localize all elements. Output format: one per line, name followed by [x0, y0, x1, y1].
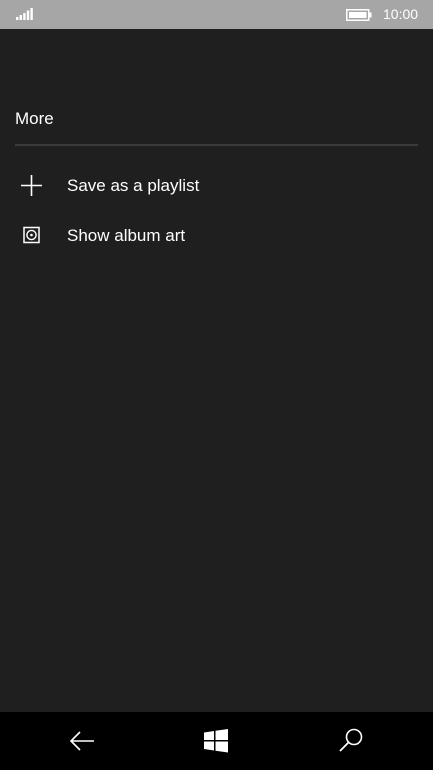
save-as-playlist-menu-item[interactable]: Save as a playlist — [0, 164, 433, 208]
section-title: More — [15, 109, 54, 128]
battery-icon — [346, 9, 372, 21]
start-button[interactable] — [201, 726, 231, 756]
search-icon — [339, 728, 363, 752]
navigation-bar — [0, 712, 433, 770]
menu-item-label: Show album art — [67, 226, 186, 245]
album-art-icon — [23, 226, 40, 244]
menu-item-label: Save as a playlist — [67, 176, 200, 195]
windows-logo-icon — [204, 729, 228, 753]
back-button[interactable] — [67, 726, 97, 756]
plus-icon — [21, 175, 42, 196]
show-album-art-menu-item[interactable]: Show album art — [0, 214, 433, 258]
back-arrow-icon — [69, 731, 94, 751]
signal-strength-icon — [16, 8, 33, 20]
more-panel: More Save as a playlist Show album art — [0, 29, 433, 712]
divider — [15, 144, 418, 146]
search-button[interactable] — [336, 726, 366, 756]
status-bar: 10:00 — [0, 0, 433, 29]
status-time: 10:00 — [383, 6, 419, 22]
